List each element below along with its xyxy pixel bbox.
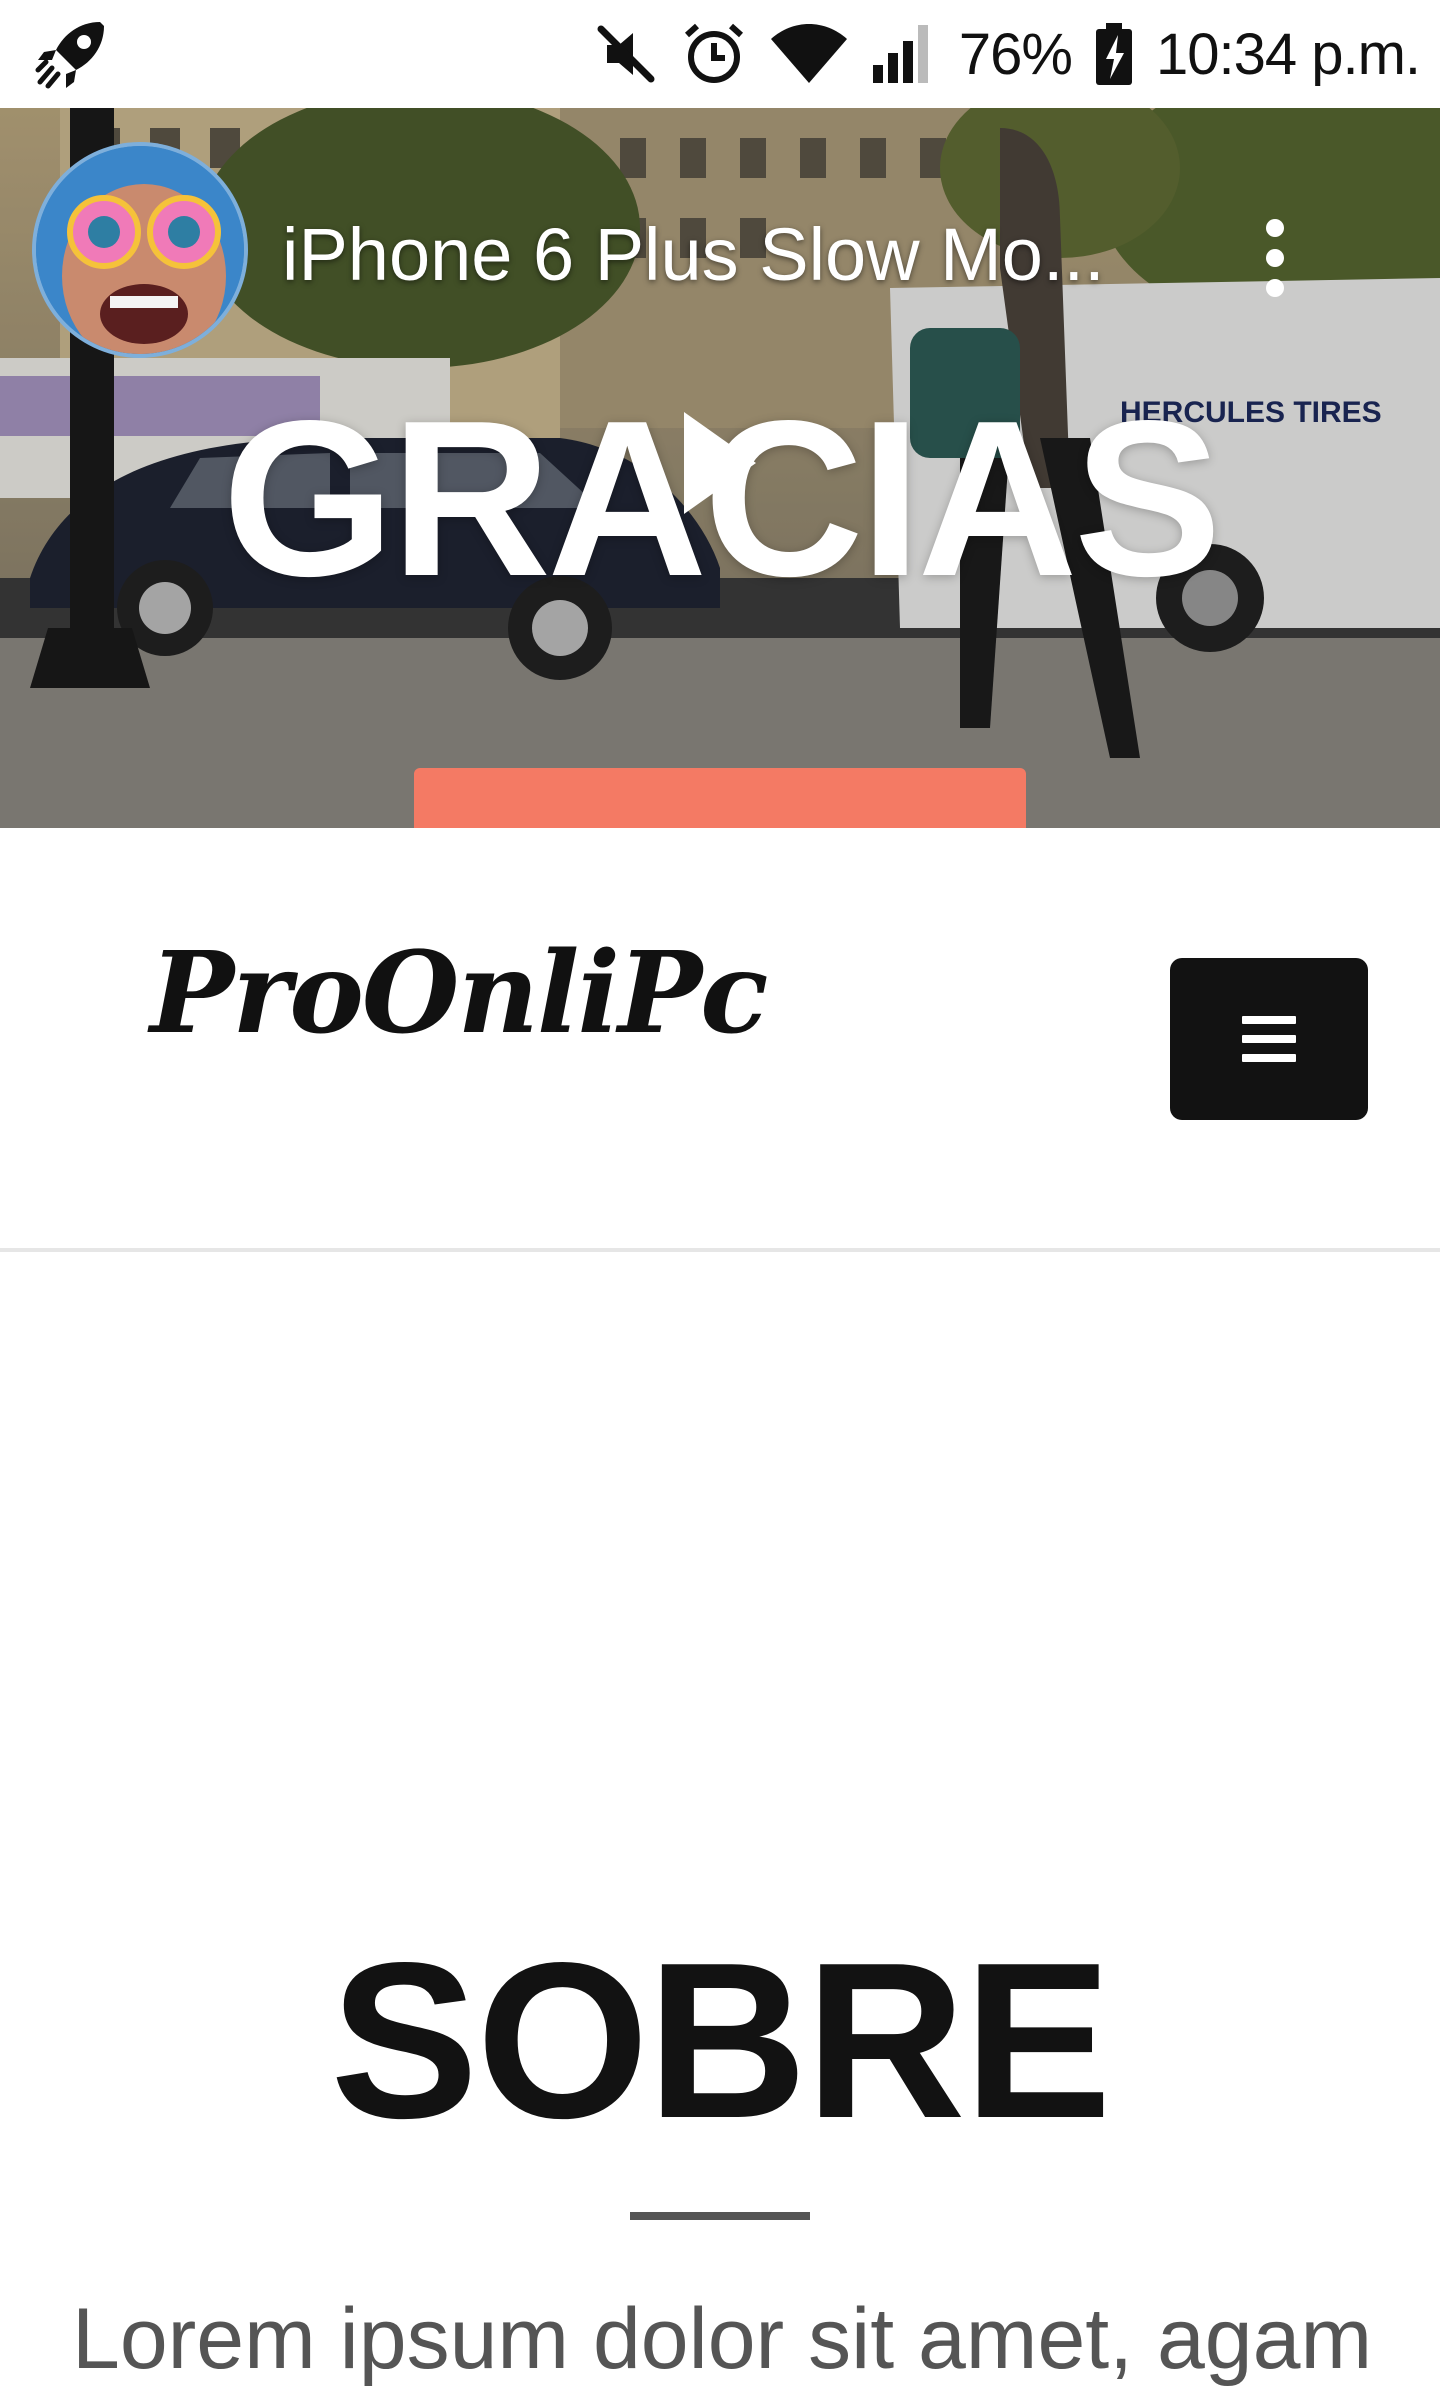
hamburger-icon[interactable] bbox=[1170, 958, 1368, 1120]
section-divider bbox=[630, 2212, 810, 2220]
battery-percent: 76% bbox=[958, 21, 1073, 87]
more-vert-icon[interactable] bbox=[1240, 208, 1310, 308]
section-title: SOBRE bbox=[330, 1917, 1111, 2165]
video-player[interactable]: HERCULES TIRES iPhone 6 Plus Slow Mo... … bbox=[0, 108, 1440, 828]
clock: 10:34 p.m. bbox=[1155, 21, 1421, 87]
hero-cta-button[interactable] bbox=[414, 768, 1026, 828]
site-logo[interactable]: ProOnliPc bbox=[150, 928, 768, 1059]
section-text: Lorem ipsum dolor sit amet, agam bbox=[72, 2291, 1373, 2387]
status-bar: 76% 10:34 p.m. bbox=[0, 0, 1440, 108]
site-header: ProOnliPc bbox=[0, 828, 1440, 1252]
rocket-icon bbox=[34, 16, 110, 92]
video-title[interactable]: iPhone 6 Plus Slow Mo... bbox=[282, 212, 1182, 297]
signal-icon bbox=[871, 21, 937, 87]
battery-charging-icon bbox=[1094, 21, 1134, 87]
wifi-icon bbox=[769, 21, 849, 87]
alarm-icon bbox=[681, 21, 747, 87]
play-icon[interactable] bbox=[680, 408, 760, 523]
channel-avatar[interactable] bbox=[32, 142, 248, 358]
mute-icon bbox=[593, 21, 659, 87]
